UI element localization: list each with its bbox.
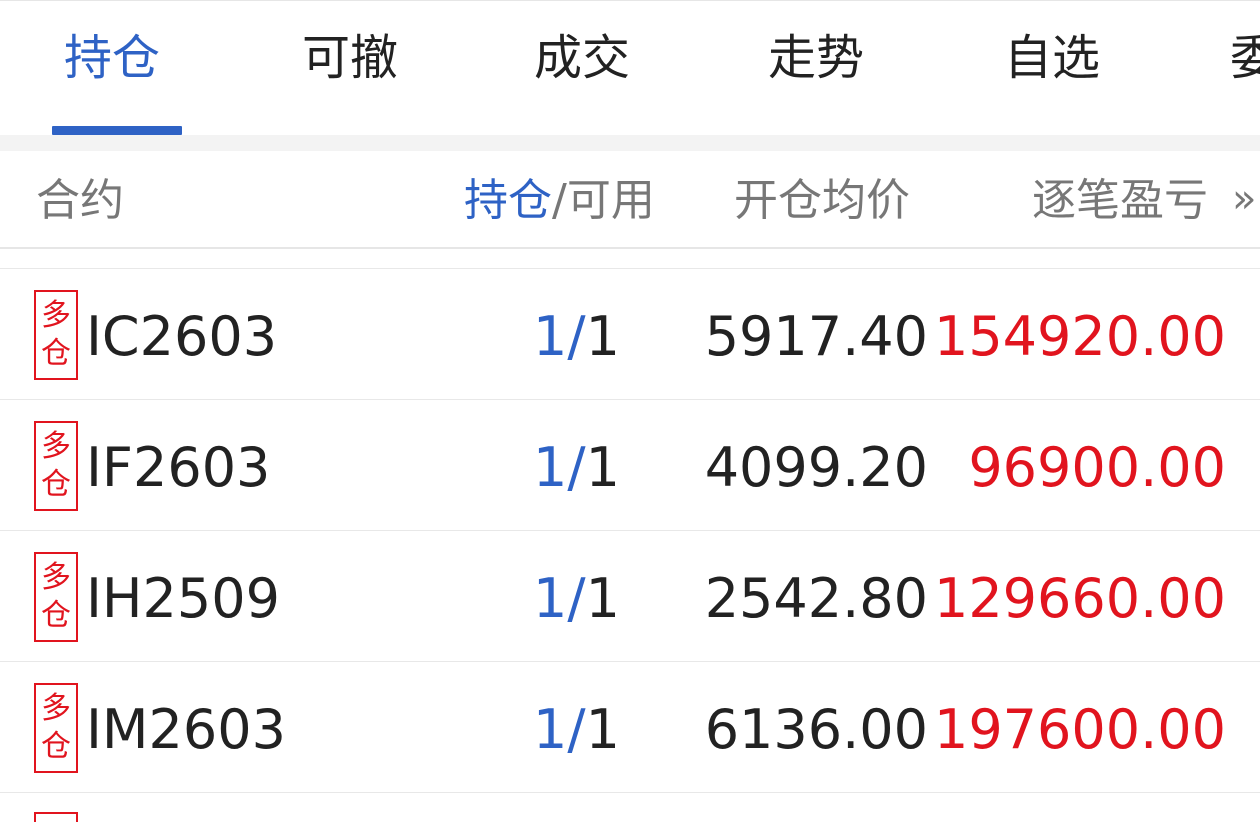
tab-trades[interactable]: 成交 — [534, 27, 630, 89]
table-row[interactable]: 多 仓 IH2509 1/1 2542.80 129660.00 — [0, 531, 1260, 662]
position-available: 1/1 — [533, 307, 620, 367]
table-row[interactable]: 多 仓 IC2603 1/1 5917.40 154920.00 — [0, 269, 1260, 400]
avg-open-price: 2542.80 — [704, 567, 928, 630]
position-available-count: 1 — [585, 567, 620, 630]
position-available-count: 1 — [585, 305, 620, 368]
position-held: 1 — [533, 305, 568, 368]
position-held: 1 — [533, 567, 568, 630]
tab-orders[interactable]: 委 — [1230, 27, 1260, 89]
header-avg-open-price[interactable]: 开仓均价 — [734, 175, 910, 227]
position-separator: / — [567, 567, 586, 630]
long-position-badge: 多 仓 — [34, 683, 78, 773]
badge-top-char: 多 — [41, 298, 71, 333]
more-columns-icon[interactable]: » — [1232, 173, 1256, 225]
position-separator: / — [567, 698, 586, 761]
trade-pnl: 96900.00 — [968, 436, 1226, 499]
positions-list: 多 仓 IC2603 1/1 5917.40 154920.00 多 仓 IF2… — [0, 268, 1260, 793]
position-separator: / — [567, 305, 586, 368]
long-position-badge: 多 仓 — [34, 290, 78, 380]
header-position-label: 持仓 — [464, 175, 552, 226]
table-row[interactable]: 多 仓 IF2603 1/1 4099.20 96900.00 — [0, 400, 1260, 531]
table-header: 合约 持仓/可用 开仓均价 逐笔盈亏 » — [0, 151, 1260, 249]
position-available: 1/1 — [533, 569, 620, 629]
position-available: 1/1 — [533, 700, 620, 760]
position-held: 1 — [533, 436, 568, 499]
badge-bottom-char: 仓 — [41, 467, 71, 502]
table-row[interactable]: 多 仓 IM2603 1/1 6136.00 197600.00 — [0, 662, 1260, 793]
contract-code: IM2603 — [86, 698, 286, 761]
badge-bottom-char: 仓 — [41, 336, 71, 371]
contract-code: IH2509 — [86, 567, 280, 630]
header-position-available[interactable]: 持仓/可用 — [464, 175, 655, 227]
tab-trend[interactable]: 走势 — [768, 27, 864, 89]
long-position-badge: 多 仓 — [34, 552, 78, 642]
avg-open-price: 4099.20 — [704, 436, 928, 499]
next-row-badge-partial — [34, 812, 78, 822]
badge-top-char: 多 — [41, 691, 71, 726]
position-available: 1/1 — [533, 438, 620, 498]
header-trade-pnl[interactable]: 逐笔盈亏 — [1032, 175, 1208, 227]
trade-pnl: 154920.00 — [933, 305, 1226, 368]
contract-code: IF2603 — [86, 436, 271, 499]
badge-top-char: 多 — [41, 429, 71, 464]
badge-bottom-char: 仓 — [41, 729, 71, 764]
position-available-count: 1 — [585, 698, 620, 761]
tab-bar: 持仓 可撤 成交 走势 自选 委 — [0, 0, 1260, 135]
active-tab-indicator — [52, 126, 182, 135]
tab-cancellable[interactable]: 可撤 — [302, 27, 398, 89]
avg-open-price: 5917.40 — [704, 305, 928, 368]
position-held: 1 — [533, 698, 568, 761]
tab-watchlist[interactable]: 自选 — [1004, 27, 1100, 89]
badge-bottom-char: 仓 — [41, 598, 71, 633]
trade-pnl: 197600.00 — [933, 698, 1226, 761]
tab-orders-clipped[interactable]: 委 — [1225, 1, 1260, 136]
tab-positions[interactable]: 持仓 — [64, 27, 160, 89]
contract-code: IC2603 — [86, 305, 278, 368]
section-divider — [0, 135, 1260, 151]
trade-pnl: 129660.00 — [933, 567, 1226, 630]
position-available-count: 1 — [585, 436, 620, 499]
header-available-label: /可用 — [552, 175, 655, 226]
long-position-badge: 多 仓 — [34, 421, 78, 511]
position-separator: / — [567, 436, 586, 499]
badge-top-char: 多 — [41, 560, 71, 595]
header-contract[interactable]: 合约 — [36, 175, 124, 227]
avg-open-price: 6136.00 — [704, 698, 928, 761]
